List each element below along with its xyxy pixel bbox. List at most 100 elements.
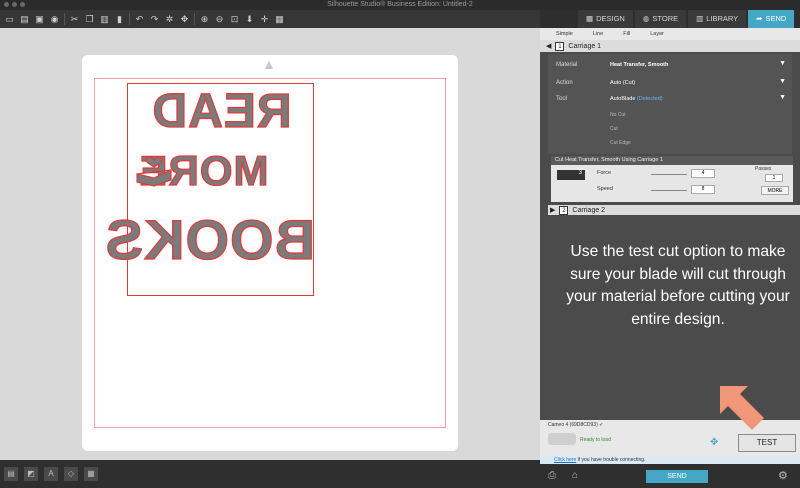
blade-option-cut-edge[interactable]: Cut Edge bbox=[610, 140, 631, 146]
shape-icon[interactable]: ◇ bbox=[64, 467, 78, 481]
pointer-arrow-icon bbox=[720, 386, 764, 430]
speed-slider[interactable] bbox=[651, 190, 687, 191]
zoom-out-icon[interactable]: ⊖ bbox=[214, 14, 225, 25]
new-file-icon[interactable]: ▭ bbox=[4, 14, 15, 25]
force-input[interactable]: 4 bbox=[691, 169, 715, 178]
zoom-in-icon[interactable]: ⊕ bbox=[199, 14, 210, 25]
text-icon[interactable]: A bbox=[44, 467, 58, 481]
tab-label: LIBRARY bbox=[706, 14, 739, 23]
send-tab-icon: ➦ bbox=[756, 14, 763, 23]
carriage-1-header[interactable]: ◀ 1 Carriage 1 bbox=[540, 40, 800, 52]
store-tab-icon: ◍ bbox=[642, 14, 650, 23]
print-icon[interactable]: ⌂ bbox=[572, 470, 578, 481]
carriage-2-header[interactable]: ▶ 2 Carriage 2 bbox=[548, 205, 800, 215]
design-selection-box[interactable]: READ MORE BOOKS bbox=[104, 83, 316, 296]
pan-icon[interactable]: ✥ bbox=[179, 14, 190, 25]
carriage-1-label: Carriage 1 bbox=[568, 42, 602, 50]
blade-depth-stepper[interactable]: 3 bbox=[557, 170, 585, 180]
library-shelf-icon[interactable]: ▦ bbox=[84, 467, 98, 481]
action-dropdown-icon[interactable]: ▼ bbox=[779, 78, 786, 85]
delete-icon[interactable]: ▮ bbox=[114, 14, 125, 25]
cut-settings-header: Cut Heat Transfer, Smooth Using Carriage… bbox=[551, 156, 793, 165]
zoom-select-icon[interactable]: ⊡ bbox=[229, 14, 240, 25]
save-icon[interactable]: ▣ bbox=[34, 14, 45, 25]
force-slider[interactable] bbox=[651, 174, 687, 175]
action-select[interactable]: Auto (Cut) bbox=[610, 80, 635, 86]
collapse-arrow-icon: ◀ bbox=[546, 43, 552, 50]
tool-value: AutoBlade bbox=[610, 96, 636, 102]
redo-icon[interactable]: ↷ bbox=[149, 14, 160, 25]
speed-label: Speed bbox=[597, 186, 613, 192]
tool-select[interactable]: AutoBlade (Detected) bbox=[610, 96, 663, 102]
help-link[interactable]: Click here bbox=[554, 457, 576, 463]
settings-gear-icon[interactable]: ⚙ bbox=[778, 469, 788, 482]
tool-dropdown-icon[interactable]: ▼ bbox=[779, 94, 786, 101]
feed-direction-arrow-icon: ▲ bbox=[262, 56, 276, 72]
top-toolbar: ▭ ▤ ▣ ◉ ✂ ❐ ▥ ▮ ↶ ↷ ✲ ✥ ⊕ ⊖ ⊡ ⬇ ✛ ▦ bbox=[0, 10, 540, 28]
machine-name-text: Cameo 4 (69D8CD93) bbox=[548, 422, 598, 428]
fit-page-icon[interactable]: ✛ bbox=[259, 14, 270, 25]
design-word-books[interactable]: BOOKS bbox=[104, 207, 316, 271]
carriage-2-label: Carriage 2 bbox=[572, 206, 606, 214]
toolbar-divider bbox=[129, 13, 130, 25]
send-mode-tabs: Simple Line Fill Layer bbox=[540, 28, 800, 40]
material-select[interactable]: Heat Transfer, Smooth bbox=[610, 62, 668, 68]
blade-option-no-cut[interactable]: No Cut bbox=[610, 112, 626, 118]
workspace-tabs: ▦ DESIGN ◍ STORE ▥ LIBRARY ➦ SEND bbox=[540, 10, 800, 28]
force-label: Force bbox=[597, 170, 612, 176]
more-button[interactable]: MORE bbox=[761, 186, 789, 195]
send-bar: ⎙ ⌂ SEND ⚙ bbox=[540, 464, 800, 488]
window-title: Silhouette Studio® Business Edition: Unt… bbox=[327, 1, 473, 8]
mode-fill[interactable]: Fill bbox=[615, 31, 638, 37]
expand-arrow-icon: ▶ bbox=[550, 207, 556, 214]
redraw-icon[interactable]: ✲ bbox=[164, 14, 175, 25]
speed-input[interactable]: 8 bbox=[691, 185, 715, 194]
tab-label: DESIGN bbox=[596, 14, 625, 23]
open-folder-icon[interactable]: ▤ bbox=[19, 14, 30, 25]
tab-send[interactable]: ➦ SEND bbox=[748, 10, 795, 28]
connection-help-bar: Click here if you have trouble connectin… bbox=[540, 456, 800, 464]
move-blade-icon[interactable]: ✥ bbox=[710, 437, 718, 448]
toolbar-divider bbox=[194, 13, 195, 25]
connected-check-icon: ✔ bbox=[599, 422, 604, 428]
design-word-read[interactable]: READ bbox=[128, 84, 315, 138]
toolbar-divider bbox=[64, 13, 65, 25]
grid-icon[interactable]: ▦ bbox=[274, 14, 285, 25]
material-dropdown-icon[interactable]: ▼ bbox=[779, 60, 786, 67]
send-button[interactable]: SEND bbox=[646, 470, 708, 483]
mode-layer[interactable]: Layer bbox=[642, 31, 672, 37]
title-bar: Silhouette Studio® Business Edition: Unt… bbox=[0, 0, 800, 10]
canvas-bottom-toolbar: ▤ ◩ A ◇ ▦ bbox=[0, 460, 540, 488]
passes-input[interactable]: 1 bbox=[765, 174, 783, 182]
tab-store[interactable]: ◍ STORE bbox=[634, 10, 687, 28]
carriage-2-number: 2 bbox=[559, 205, 569, 215]
tab-library[interactable]: ▥ LIBRARY bbox=[688, 10, 747, 28]
window-controls[interactable] bbox=[4, 2, 25, 7]
design-tab-icon: ▦ bbox=[586, 14, 594, 23]
library-tab-icon: ▥ bbox=[696, 14, 704, 23]
tool-detected: (Detected) bbox=[636, 96, 663, 102]
paste-icon[interactable]: ▥ bbox=[99, 14, 110, 25]
cut-icon[interactable]: ✂ bbox=[69, 14, 80, 25]
carriage-1-number: 1 bbox=[555, 41, 565, 51]
undo-icon[interactable]: ↶ bbox=[134, 14, 145, 25]
tab-design[interactable]: ▦ DESIGN bbox=[578, 10, 633, 28]
tab-label: STORE bbox=[652, 14, 679, 23]
move-down-icon[interactable]: ⬇ bbox=[244, 14, 255, 25]
blade-option-cut[interactable]: Cut bbox=[610, 126, 618, 132]
action-label: Action bbox=[556, 80, 573, 86]
cut-settings-box: Cut Heat Transfer, Smooth Using Carriage… bbox=[551, 156, 793, 202]
layers-icon[interactable]: ▤ bbox=[4, 467, 18, 481]
mode-line[interactable]: Line bbox=[585, 31, 611, 37]
mode-simple[interactable]: Simple bbox=[548, 31, 581, 37]
fill-icon[interactable]: ◩ bbox=[24, 467, 38, 481]
copy-icon[interactable]: ❐ bbox=[84, 14, 95, 25]
material-label: Material bbox=[556, 62, 578, 68]
send-to-machine-icon[interactable]: ⎙ bbox=[548, 470, 556, 481]
machine-name: Cameo 4 (69D8CD93) ✔ bbox=[548, 422, 603, 428]
book-heart-icon bbox=[136, 156, 172, 187]
passes-label: Passes bbox=[755, 166, 772, 172]
tool-label: Tool bbox=[556, 96, 568, 102]
library-icon[interactable]: ◉ bbox=[49, 14, 60, 25]
tab-label: SEND bbox=[765, 14, 787, 23]
